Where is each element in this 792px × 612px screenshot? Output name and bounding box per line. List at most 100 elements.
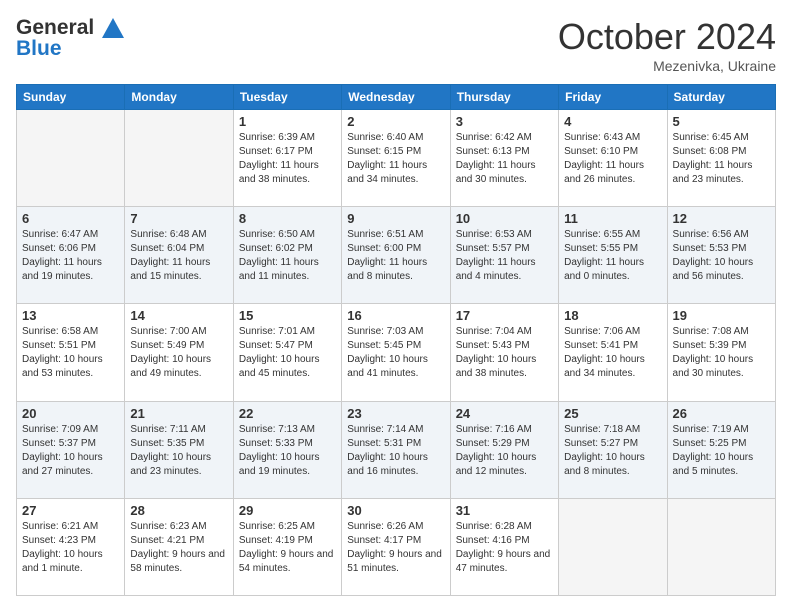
day-number: 3 <box>456 114 553 129</box>
calendar-week-row: 6 Sunrise: 6:47 AMSunset: 6:06 PMDaylight… <box>17 207 776 304</box>
day-number: 14 <box>130 308 227 323</box>
day-number: 22 <box>239 406 336 421</box>
day-number: 10 <box>456 211 553 226</box>
day-info: Sunrise: 7:19 AMSunset: 5:25 PMDaylight:… <box>673 423 770 479</box>
day-info: Sunrise: 6:21 AMSunset: 4:23 PMDaylight:… <box>22 520 119 576</box>
day-number: 2 <box>347 114 444 129</box>
table-row: 17Sunrise: 7:04 AMSunset: 5:43 PMDayligh… <box>450 304 558 401</box>
title-block: October 2024 Mezenivka, Ukraine <box>558 16 776 74</box>
day-number: 6 <box>22 211 119 226</box>
day-number: 26 <box>673 406 770 421</box>
header: General Blue October 2024 Mezenivka, Ukr… <box>16 16 776 74</box>
day-number: 20 <box>22 406 119 421</box>
col-sunday: Sunday <box>17 85 125 110</box>
table-row <box>17 110 125 207</box>
table-row: 8Sunrise: 6:50 AMSunset: 6:02 PMDaylight… <box>233 207 341 304</box>
day-number: 19 <box>673 308 770 323</box>
day-info: Sunrise: 6:48 AMSunset: 6:04 PMDaylight:… <box>130 228 227 284</box>
page: General Blue October 2024 Mezenivka, Ukr… <box>0 0 792 612</box>
table-row: 24 Sunrise: 7:16 AMSunset: 5:29 PMDayligh… <box>450 401 558 498</box>
day-info: Sunrise: 7:16 AMSunset: 5:29 PMDaylight:… <box>456 423 553 479</box>
table-row: 10 Sunrise: 6:53 AMSunset: 5:57 PMDayligh… <box>450 207 558 304</box>
table-row: 28Sunrise: 6:23 AMSunset: 4:21 PMDayligh… <box>125 498 233 595</box>
day-number: 13 <box>22 308 119 323</box>
table-row: 15Sunrise: 7:01 AMSunset: 5:47 PMDayligh… <box>233 304 341 401</box>
table-row: 4 Sunrise: 6:43 AMSunset: 6:10 PMDaylight… <box>559 110 667 207</box>
table-row: 14Sunrise: 7:00 AMSunset: 5:49 PMDayligh… <box>125 304 233 401</box>
day-number: 25 <box>564 406 661 421</box>
table-row: 22 Sunrise: 7:13 AMSunset: 5:33 PMDayligh… <box>233 401 341 498</box>
table-row: 21 Sunrise: 7:11 AMSunset: 5:35 PMDayligh… <box>125 401 233 498</box>
day-info: Sunrise: 7:08 AMSunset: 5:39 PMDaylight:… <box>673 325 770 381</box>
day-number: 23 <box>347 406 444 421</box>
table-row: 20 Sunrise: 7:09 AMSunset: 5:37 PMDayligh… <box>17 401 125 498</box>
table-row <box>125 110 233 207</box>
day-number: 30 <box>347 503 444 518</box>
calendar-week-row: 20 Sunrise: 7:09 AMSunset: 5:37 PMDayligh… <box>17 401 776 498</box>
day-info: Sunrise: 7:18 AMSunset: 5:27 PMDaylight:… <box>564 423 661 479</box>
calendar-week-row: 27 Sunrise: 6:21 AMSunset: 4:23 PMDayligh… <box>17 498 776 595</box>
table-row: 23 Sunrise: 7:14 AMSunset: 5:31 PMDayligh… <box>342 401 450 498</box>
table-row: 31Sunrise: 6:28 AMSunset: 4:16 PMDayligh… <box>450 498 558 595</box>
day-info: Sunrise: 6:51 AMSunset: 6:00 PMDaylight:… <box>347 228 444 284</box>
calendar-week-row: 1Sunrise: 6:39 AMSunset: 6:17 PMDaylight… <box>17 110 776 207</box>
col-thursday: Thursday <box>450 85 558 110</box>
day-info: Sunrise: 6:56 AMSunset: 5:53 PMDaylight:… <box>673 228 770 284</box>
table-row: 16Sunrise: 7:03 AMSunset: 5:45 PMDayligh… <box>342 304 450 401</box>
day-info: Sunrise: 6:53 AMSunset: 5:57 PMDaylight:… <box>456 228 553 284</box>
day-info: Sunrise: 6:55 AMSunset: 5:55 PMDaylight:… <box>564 228 661 284</box>
day-number: 18 <box>564 308 661 323</box>
day-info: Sunrise: 6:25 AMSunset: 4:19 PMDaylight:… <box>239 520 336 576</box>
day-info: Sunrise: 6:40 AMSunset: 6:15 PMDaylight:… <box>347 131 444 187</box>
day-number: 4 <box>564 114 661 129</box>
calendar-week-row: 13 Sunrise: 6:58 AMSunset: 5:51 PMDayligh… <box>17 304 776 401</box>
table-row: 18Sunrise: 7:06 AMSunset: 5:41 PMDayligh… <box>559 304 667 401</box>
table-row: 5Sunrise: 6:45 AMSunset: 6:08 PMDaylight… <box>667 110 775 207</box>
day-number: 9 <box>347 211 444 226</box>
day-info: Sunrise: 6:47 AMSunset: 6:06 PMDaylight:… <box>22 228 119 284</box>
col-saturday: Saturday <box>667 85 775 110</box>
table-row: 9 Sunrise: 6:51 AMSunset: 6:00 PMDaylight… <box>342 207 450 304</box>
day-number: 24 <box>456 406 553 421</box>
location-subtitle: Mezenivka, Ukraine <box>558 58 776 74</box>
logo-general: General <box>16 16 124 39</box>
day-info: Sunrise: 6:42 AMSunset: 6:13 PMDaylight:… <box>456 131 553 187</box>
table-row: 2 Sunrise: 6:40 AMSunset: 6:15 PMDaylight… <box>342 110 450 207</box>
day-info: Sunrise: 7:11 AMSunset: 5:35 PMDaylight:… <box>130 423 227 479</box>
table-row: 6 Sunrise: 6:47 AMSunset: 6:06 PMDaylight… <box>17 207 125 304</box>
col-tuesday: Tuesday <box>233 85 341 110</box>
day-number: 27 <box>22 503 119 518</box>
day-number: 17 <box>456 308 553 323</box>
col-wednesday: Wednesday <box>342 85 450 110</box>
month-title: October 2024 <box>558 16 776 58</box>
table-row: 27 Sunrise: 6:21 AMSunset: 4:23 PMDayligh… <box>17 498 125 595</box>
day-info: Sunrise: 6:43 AMSunset: 6:10 PMDaylight:… <box>564 131 661 187</box>
day-info: Sunrise: 6:26 AMSunset: 4:17 PMDaylight:… <box>347 520 444 576</box>
day-number: 11 <box>564 211 661 226</box>
calendar-header-row: Sunday Monday Tuesday Wednesday Thursday… <box>17 85 776 110</box>
table-row: 12Sunrise: 6:56 AMSunset: 5:53 PMDayligh… <box>667 207 775 304</box>
table-row: 30 Sunrise: 6:26 AMSunset: 4:17 PMDayligh… <box>342 498 450 595</box>
day-info: Sunrise: 6:23 AMSunset: 4:21 PMDaylight:… <box>130 520 227 576</box>
table-row <box>667 498 775 595</box>
table-row: 19 Sunrise: 7:08 AMSunset: 5:39 PMDayligh… <box>667 304 775 401</box>
day-info: Sunrise: 6:50 AMSunset: 6:02 PMDaylight:… <box>239 228 336 284</box>
day-info: Sunrise: 7:14 AMSunset: 5:31 PMDaylight:… <box>347 423 444 479</box>
table-row <box>559 498 667 595</box>
day-number: 21 <box>130 406 227 421</box>
calendar-table: Sunday Monday Tuesday Wednesday Thursday… <box>16 84 776 596</box>
logo: General Blue <box>16 16 124 60</box>
day-number: 5 <box>673 114 770 129</box>
day-number: 15 <box>239 308 336 323</box>
day-info: Sunrise: 6:39 AMSunset: 6:17 PMDaylight:… <box>239 131 336 187</box>
day-number: 29 <box>239 503 336 518</box>
table-row: 11 Sunrise: 6:55 AMSunset: 5:55 PMDayligh… <box>559 207 667 304</box>
day-info: Sunrise: 7:03 AMSunset: 5:45 PMDaylight:… <box>347 325 444 381</box>
table-row: 3 Sunrise: 6:42 AMSunset: 6:13 PMDaylight… <box>450 110 558 207</box>
day-info: Sunrise: 6:58 AMSunset: 5:51 PMDaylight:… <box>22 325 119 381</box>
table-row: 26 Sunrise: 7:19 AMSunset: 5:25 PMDayligh… <box>667 401 775 498</box>
day-info: Sunrise: 7:09 AMSunset: 5:37 PMDaylight:… <box>22 423 119 479</box>
day-info: Sunrise: 7:13 AMSunset: 5:33 PMDaylight:… <box>239 423 336 479</box>
table-row: 29 Sunrise: 6:25 AMSunset: 4:19 PMDayligh… <box>233 498 341 595</box>
table-row: 7Sunrise: 6:48 AMSunset: 6:04 PMDaylight… <box>125 207 233 304</box>
